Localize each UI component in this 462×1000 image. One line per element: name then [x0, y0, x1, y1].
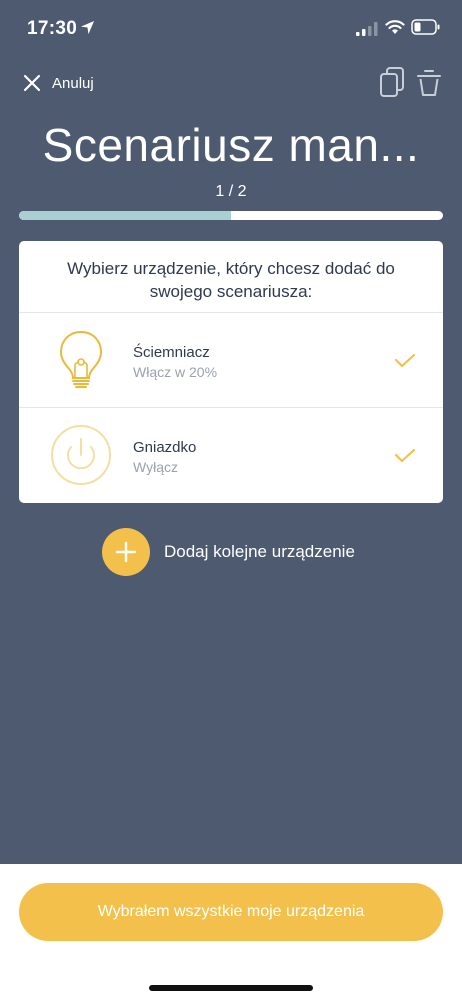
- device-card: Wybierz urządzenie, który chcesz dodać d…: [19, 241, 443, 503]
- step-counter: 1 / 2: [215, 183, 247, 200]
- plus-icon: [115, 541, 137, 563]
- device-row-dimmer[interactable]: Ściemniacz Włącz w 20%: [19, 313, 443, 408]
- card-instruction: Wybierz urządzenie, który chcesz dodać d…: [19, 241, 443, 313]
- add-circle[interactable]: [102, 528, 150, 576]
- add-device-label: Dodaj kolejne urządzenie: [164, 542, 355, 561]
- device-action: Włącz w 20%: [133, 364, 218, 380]
- device-name: Gniazdko: [133, 439, 197, 456]
- location-arrow-icon: [80, 20, 95, 35]
- page-title: Scenariusz man...: [42, 119, 420, 171]
- add-device-button[interactable]: Dodaj kolejne urządzenie: [102, 528, 355, 576]
- checkmark-icon: [394, 353, 416, 368]
- home-indicator: [149, 985, 313, 991]
- device-name: Ściemniacz: [133, 344, 210, 361]
- device-row-outlet[interactable]: Gniazdko Wyłącz: [19, 408, 443, 503]
- device-action: Wyłącz: [133, 459, 178, 475]
- status-time: 17:30: [27, 18, 78, 39]
- close-icon: [23, 74, 41, 92]
- wifi-icon: [385, 20, 405, 34]
- trash-icon[interactable]: [416, 66, 442, 98]
- checkmark-icon: [394, 448, 416, 463]
- confirm-devices-button[interactable]: Wybrałem wszystkie moje urządzenia: [19, 883, 443, 941]
- progress-fill: [19, 211, 231, 220]
- cellular-signal-icon: [356, 22, 378, 36]
- progress-bar: [19, 211, 443, 220]
- status-bar: 17:30: [0, 0, 462, 56]
- cancel-label: Anuluj: [52, 74, 94, 92]
- battery-icon: [411, 19, 440, 35]
- duplicate-icon[interactable]: [378, 66, 406, 98]
- lightbulb-icon: [59, 330, 103, 388]
- power-outlet-icon: [51, 425, 111, 485]
- bottom-sheet: Wybrałem wszystkie moje urządzenia: [0, 864, 462, 1000]
- cancel-button[interactable]: Anuluj: [22, 70, 94, 96]
